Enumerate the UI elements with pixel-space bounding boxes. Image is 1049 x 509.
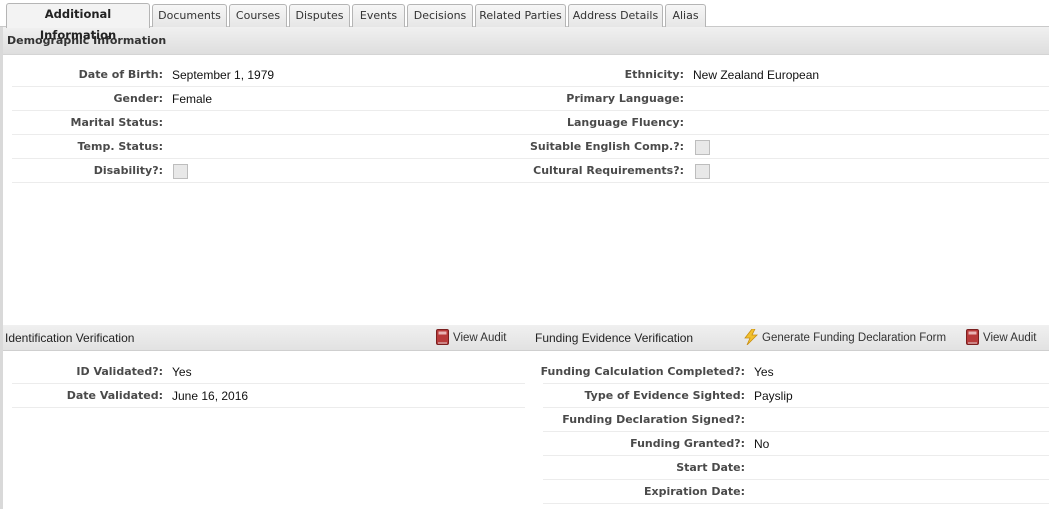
tab-bar: Additional Information Documents Courses…	[0, 0, 1049, 42]
field-start-date: Start Date:	[543, 456, 1049, 480]
field-id-validated: ID Validated?: Yes	[12, 360, 525, 384]
view-audit-label: View Audit	[983, 332, 1037, 344]
field-funding-calculation-completed: Funding Calculation Completed?: Yes	[540, 360, 1049, 384]
field-label: Expiration Date:	[643, 485, 745, 498]
field-label: Funding Granted?:	[630, 437, 745, 450]
field-label: ID Validated?:	[76, 365, 163, 378]
field-cultural-requirements: Cultural Requirements?:	[519, 159, 1049, 183]
tab-courses[interactable]: Courses	[229, 4, 287, 27]
field-label: Gender:	[113, 92, 163, 105]
field-label: Marital Status:	[70, 116, 164, 129]
field-value: June 16, 2016	[172, 389, 249, 403]
field-label: Cultural Requirements?:	[533, 164, 684, 177]
tab-related-parties[interactable]: Related Parties	[475, 4, 566, 27]
field-label: Temp. Status:	[77, 140, 164, 153]
field-label: Date of Birth:	[78, 68, 163, 81]
tab-disputes[interactable]: Disputes	[289, 4, 350, 27]
field-funding-granted: Funding Granted?: No	[543, 432, 1049, 456]
audit-book-icon	[966, 328, 979, 345]
field-value: New Zealand European	[693, 68, 820, 82]
field-label: Start Date:	[676, 461, 745, 474]
disability-checkbox[interactable]	[173, 164, 188, 179]
field-label: Suitable English Comp.?:	[529, 140, 684, 153]
field-temp-status: Temp. Status:	[12, 135, 519, 159]
field-expiration-date: Expiration Date:	[543, 480, 1049, 504]
field-date-of-birth: Date of Birth: September 1, 1979	[12, 63, 519, 87]
field-ethnicity: Ethnicity: New Zealand European	[519, 63, 1049, 87]
field-label: Disability?:	[93, 164, 163, 177]
verification-header-band: Identification Verification View Audit F…	[3, 325, 1049, 351]
tab-panel: Demographic Information Date of Birth: S…	[0, 27, 1049, 509]
field-value: Yes	[754, 365, 774, 379]
field-value: No	[754, 437, 770, 451]
field-label: Type of Evidence Sighted:	[584, 389, 745, 402]
field-suitable-english-comp: Suitable English Comp.?:	[519, 135, 1049, 159]
field-value: September 1, 1979	[172, 68, 275, 82]
tab-decisions[interactable]: Decisions	[407, 4, 473, 27]
cultural-requirements-checkbox[interactable]	[695, 164, 710, 179]
funding-evidence-verification-title: Funding Evidence Verification	[535, 331, 694, 345]
field-label: Funding Calculation Completed?:	[540, 365, 745, 378]
generate-funding-declaration-button[interactable]: Generate Funding Declaration Form	[743, 325, 946, 351]
field-value: Payslip	[754, 389, 793, 403]
field-label: Language Fluency:	[566, 116, 684, 129]
field-language-fluency: Language Fluency:	[519, 111, 1049, 135]
field-value: Yes	[172, 365, 192, 379]
field-primary-language: Primary Language:	[519, 87, 1049, 111]
tab-events[interactable]: Events	[352, 4, 405, 27]
field-label: Ethnicity:	[624, 68, 684, 81]
funding-view-audit-button[interactable]: View Audit	[966, 325, 1037, 351]
field-date-validated: Date Validated: June 16, 2016	[12, 384, 525, 408]
audit-book-icon	[436, 328, 449, 345]
demographic-section-header: Demographic Information	[3, 27, 1049, 55]
suitable-english-comp-checkbox[interactable]	[695, 140, 710, 155]
tab-documents[interactable]: Documents	[152, 4, 227, 27]
tab-alias[interactable]: Alias	[665, 4, 706, 27]
tab-address-details[interactable]: Address Details	[568, 4, 663, 27]
field-gender: Gender: Female	[12, 87, 519, 111]
generate-funding-label: Generate Funding Declaration Form	[762, 332, 947, 344]
field-value: Female	[172, 92, 213, 106]
lightning-bolt-icon	[744, 328, 758, 345]
identification-view-audit-button[interactable]: View Audit	[436, 325, 507, 351]
tab-additional-information[interactable]: Additional Information	[6, 3, 150, 42]
field-disability: Disability?:	[12, 159, 519, 183]
field-marital-status: Marital Status:	[12, 111, 519, 135]
field-label: Date Validated:	[66, 389, 163, 402]
field-type-of-evidence-sighted: Type of Evidence Sighted: Payslip	[543, 384, 1049, 408]
field-label: Funding Declaration Signed?:	[562, 413, 745, 426]
field-funding-declaration-signed: Funding Declaration Signed?:	[543, 408, 1049, 432]
identification-verification-title: Identification Verification	[5, 331, 135, 345]
view-audit-label: View Audit	[453, 332, 507, 344]
field-label: Primary Language:	[566, 92, 684, 105]
